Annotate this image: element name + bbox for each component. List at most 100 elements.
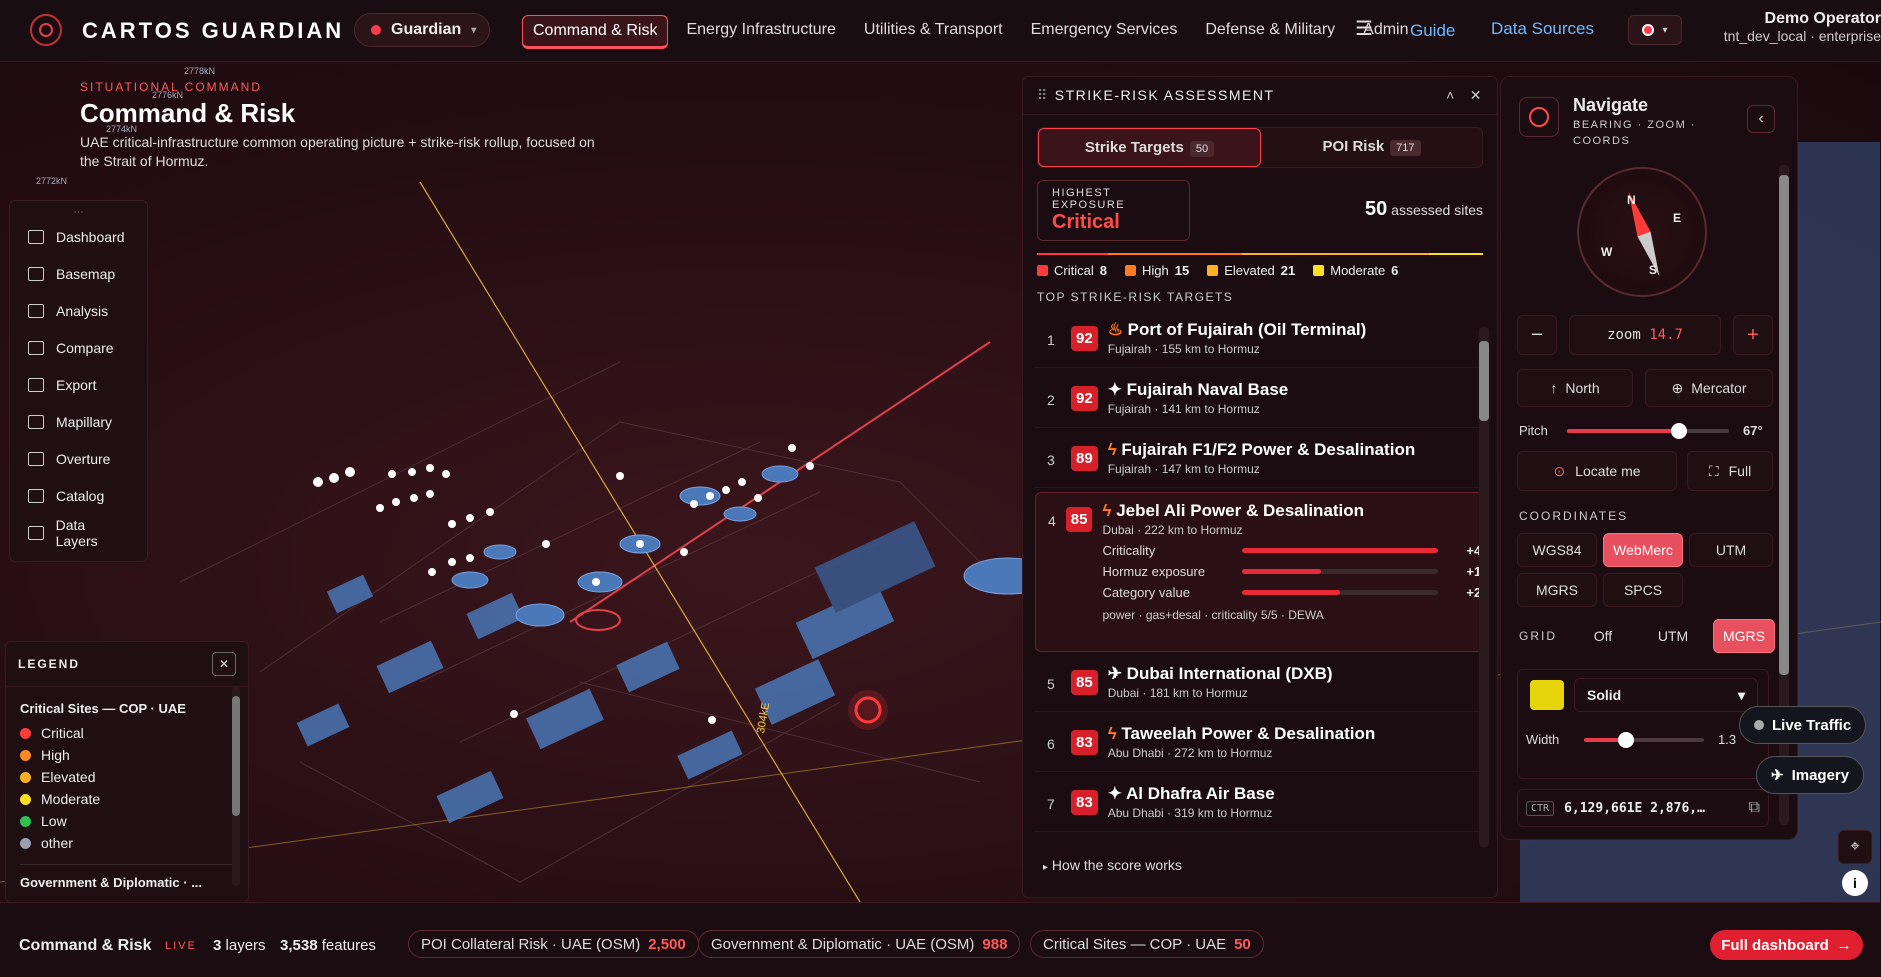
bolt-icon: ϟ bbox=[1107, 440, 1117, 459]
sidebar-item-overture[interactable]: Overture bbox=[10, 440, 147, 477]
projection-button[interactable]: ⊕ Mercator bbox=[1645, 369, 1773, 407]
width-slider-thumb[interactable] bbox=[1618, 732, 1634, 748]
target-location: Fujairah · 155 km to Hormuz bbox=[1107, 342, 1260, 356]
legend-scrollbar[interactable] bbox=[232, 686, 240, 886]
coord-wgs84-button[interactable]: WGS84 bbox=[1517, 533, 1597, 567]
user-tenant: tnt_dev_local · enterprise bbox=[1723, 28, 1881, 44]
tab-poi-risk[interactable]: POI Risk 717 bbox=[1261, 128, 1482, 167]
nav-command-risk[interactable]: Command & Risk bbox=[522, 15, 669, 49]
imagery-toggle[interactable]: ✈ Imagery bbox=[1756, 756, 1865, 794]
target-row[interactable]: 7 83 ✦ Al Dhafra Air Base Abu Dhabi · 319… bbox=[1035, 776, 1487, 832]
info-icon[interactable]: i bbox=[1842, 870, 1868, 896]
globe-icon: ⊕ bbox=[1671, 379, 1684, 396]
target-row-expanded[interactable]: 4 85 ϟ Jebel Ali Power & Desalination Du… bbox=[1035, 492, 1488, 652]
grid-mgrs-button[interactable]: MGRS bbox=[1713, 619, 1775, 653]
swatch-icon bbox=[20, 771, 31, 783]
tier-label: Elevated bbox=[1224, 263, 1275, 278]
copy-icon[interactable]: ⧉ bbox=[1749, 799, 1760, 817]
target-row[interactable]: 1 92 ♨ Port of Fujairah (Oil Terminal) Fu… bbox=[1035, 312, 1487, 368]
layer-pill-label: Government & Diplomatic · UAE (OSM) bbox=[711, 935, 975, 953]
zoom-in-button[interactable]: + bbox=[1733, 315, 1773, 355]
assessed-summary: 50 assessed sites bbox=[1365, 198, 1483, 241]
page-title: Command & Risk bbox=[80, 98, 296, 128]
record-toggle[interactable]: ▾ bbox=[1628, 15, 1682, 45]
width-label: Width bbox=[1526, 732, 1560, 747]
coord-spcs-button[interactable]: SPCS bbox=[1603, 573, 1683, 607]
sidebar-item-dashboard[interactable]: Dashboard bbox=[10, 218, 147, 255]
sidebar-item-compare[interactable]: Compare bbox=[10, 329, 147, 366]
collapse-panel-icon[interactable]: ‹ bbox=[1747, 105, 1775, 133]
sidebar-item-label: Compare bbox=[56, 339, 114, 356]
layer-pill[interactable]: Critical Sites — COP · UAE 50 bbox=[1030, 930, 1264, 958]
satellite-icon: ✈ bbox=[1771, 767, 1784, 784]
pitch-slider-track[interactable] bbox=[1567, 429, 1677, 433]
close-icon[interactable]: ✕ bbox=[212, 652, 236, 676]
drag-handle-icon[interactable]: ⠿ bbox=[1037, 87, 1049, 103]
record-icon bbox=[1642, 24, 1655, 36]
nav-emergency-services[interactable]: Emergency Services bbox=[1021, 15, 1188, 49]
chevron-down-icon: ▾ bbox=[471, 24, 477, 36]
menu-icon[interactable]: ☰ bbox=[1355, 16, 1373, 41]
drag-handle-icon[interactable]: ⋯ bbox=[10, 207, 147, 218]
layer-pill[interactable]: Government & Diplomatic · UAE (OSM) 988 bbox=[698, 930, 1021, 958]
sidebar-item-label: Data Layers bbox=[55, 516, 98, 549]
target-score-badge: 85 bbox=[1071, 670, 1098, 695]
guide-link[interactable]: Guide bbox=[1410, 21, 1455, 41]
target-location: Dubai · 222 km to Hormuz bbox=[1102, 523, 1243, 537]
compass-dial[interactable]: N E S W bbox=[1577, 167, 1707, 297]
target-row[interactable]: 3 89 ϟ Fujairah F1/F2 Power & Desalinati… bbox=[1035, 432, 1487, 488]
sidebar-item-label: Catalog bbox=[56, 487, 105, 504]
workspace-selector[interactable]: Guardian ▾ bbox=[354, 13, 490, 47]
zoom-out-button[interactable]: − bbox=[1517, 315, 1557, 355]
fullscreen-button[interactable]: ⛶ Full bbox=[1687, 451, 1773, 491]
grid-label: 2778kN bbox=[184, 66, 216, 76]
full-dashboard-button[interactable]: Full dashboard → bbox=[1710, 930, 1863, 960]
swatch-icon bbox=[1313, 265, 1325, 276]
tool-sidebar: ⋯ Dashboard Basemap Analysis Compare Exp… bbox=[9, 200, 148, 562]
target-row[interactable]: 2 92 ✦ Fujairah Naval Base Fujairah · 141… bbox=[1035, 372, 1487, 428]
brand-logo[interactable] bbox=[30, 14, 62, 46]
coord-utm-button[interactable]: UTM bbox=[1689, 533, 1773, 567]
reset-location-icon[interactable]: ⌖ bbox=[1838, 830, 1872, 864]
grid-utm-button[interactable]: UTM bbox=[1641, 619, 1705, 653]
grid-color-swatch[interactable] bbox=[1530, 680, 1564, 710]
coord-mgrs-button[interactable]: MGRS bbox=[1517, 573, 1597, 607]
sidebar-item-mapillary[interactable]: Mapillary bbox=[10, 403, 147, 440]
targets-scrollbar[interactable] bbox=[1479, 327, 1489, 847]
chevron-down-icon: ▾ bbox=[1737, 687, 1745, 703]
north-button[interactable]: ↑ North bbox=[1517, 369, 1633, 407]
target-row[interactable]: 5 85 ✈ Dubai International (DXB) Dubai · … bbox=[1035, 656, 1487, 712]
close-icon[interactable]: ✕ bbox=[1470, 87, 1483, 103]
sidebar-item-data-layers[interactable]: Data Layers bbox=[10, 514, 147, 551]
assessed-count: 50 bbox=[1365, 198, 1388, 220]
layer-pill[interactable]: POI Collateral Risk · UAE (OSM) 2,500 bbox=[408, 930, 699, 958]
line-style-select[interactable]: Solid ▾ bbox=[1574, 678, 1758, 712]
sidebar-item-catalog[interactable]: Catalog bbox=[10, 477, 147, 514]
target-score-badge: 83 bbox=[1071, 790, 1098, 815]
live-traffic-toggle[interactable]: Live Traffic bbox=[1739, 706, 1867, 744]
nav-energy-infrastructure[interactable]: Energy Infrastructure bbox=[676, 15, 845, 49]
nav-defense-military[interactable]: Defense & Military bbox=[1195, 15, 1345, 49]
pitch-slider-thumb[interactable] bbox=[1671, 423, 1687, 439]
caret-right-icon: ▸ bbox=[1043, 862, 1049, 873]
target-name: Fujairah Naval Base bbox=[1126, 380, 1289, 399]
coord-webmerc-button[interactable]: WebMerc bbox=[1603, 533, 1683, 567]
data-sources-link[interactable]: Data Sources bbox=[1491, 19, 1594, 39]
sidebar-item-analysis[interactable]: Analysis bbox=[10, 292, 147, 329]
metric-row: Criticality +45 bbox=[1102, 543, 1488, 558]
tab-strike-targets[interactable]: Strike Targets 50 bbox=[1038, 128, 1261, 167]
sidebar-item-export[interactable]: Export bbox=[10, 366, 147, 403]
locate-me-button[interactable]: ⊙ Locate me bbox=[1517, 451, 1677, 491]
tier-high: High 15 bbox=[1124, 263, 1189, 278]
compass-n: N bbox=[1627, 193, 1636, 207]
target-row[interactable]: 6 83 ϟ Taweelah Power & Desalination Abu … bbox=[1035, 716, 1487, 772]
nav-utilities-transport[interactable]: Utilities & Transport bbox=[854, 15, 1013, 49]
how-score-works-toggle[interactable]: ▸ How the score works bbox=[1043, 857, 1182, 873]
legend-group-title: Government & Diplomatic · ... bbox=[20, 875, 203, 890]
sidebar-item-basemap[interactable]: Basemap bbox=[10, 255, 147, 292]
target-location: Abu Dhabi · 319 km to Hormuz bbox=[1107, 806, 1273, 820]
target-rank: 2 bbox=[1047, 392, 1055, 408]
grid-off-button[interactable]: Off bbox=[1571, 619, 1635, 653]
collapse-icon[interactable]: ˄ bbox=[1446, 87, 1456, 103]
user-menu[interactable]: Demo Operator tnt_dev_local · enterprise bbox=[1681, 10, 1881, 44]
